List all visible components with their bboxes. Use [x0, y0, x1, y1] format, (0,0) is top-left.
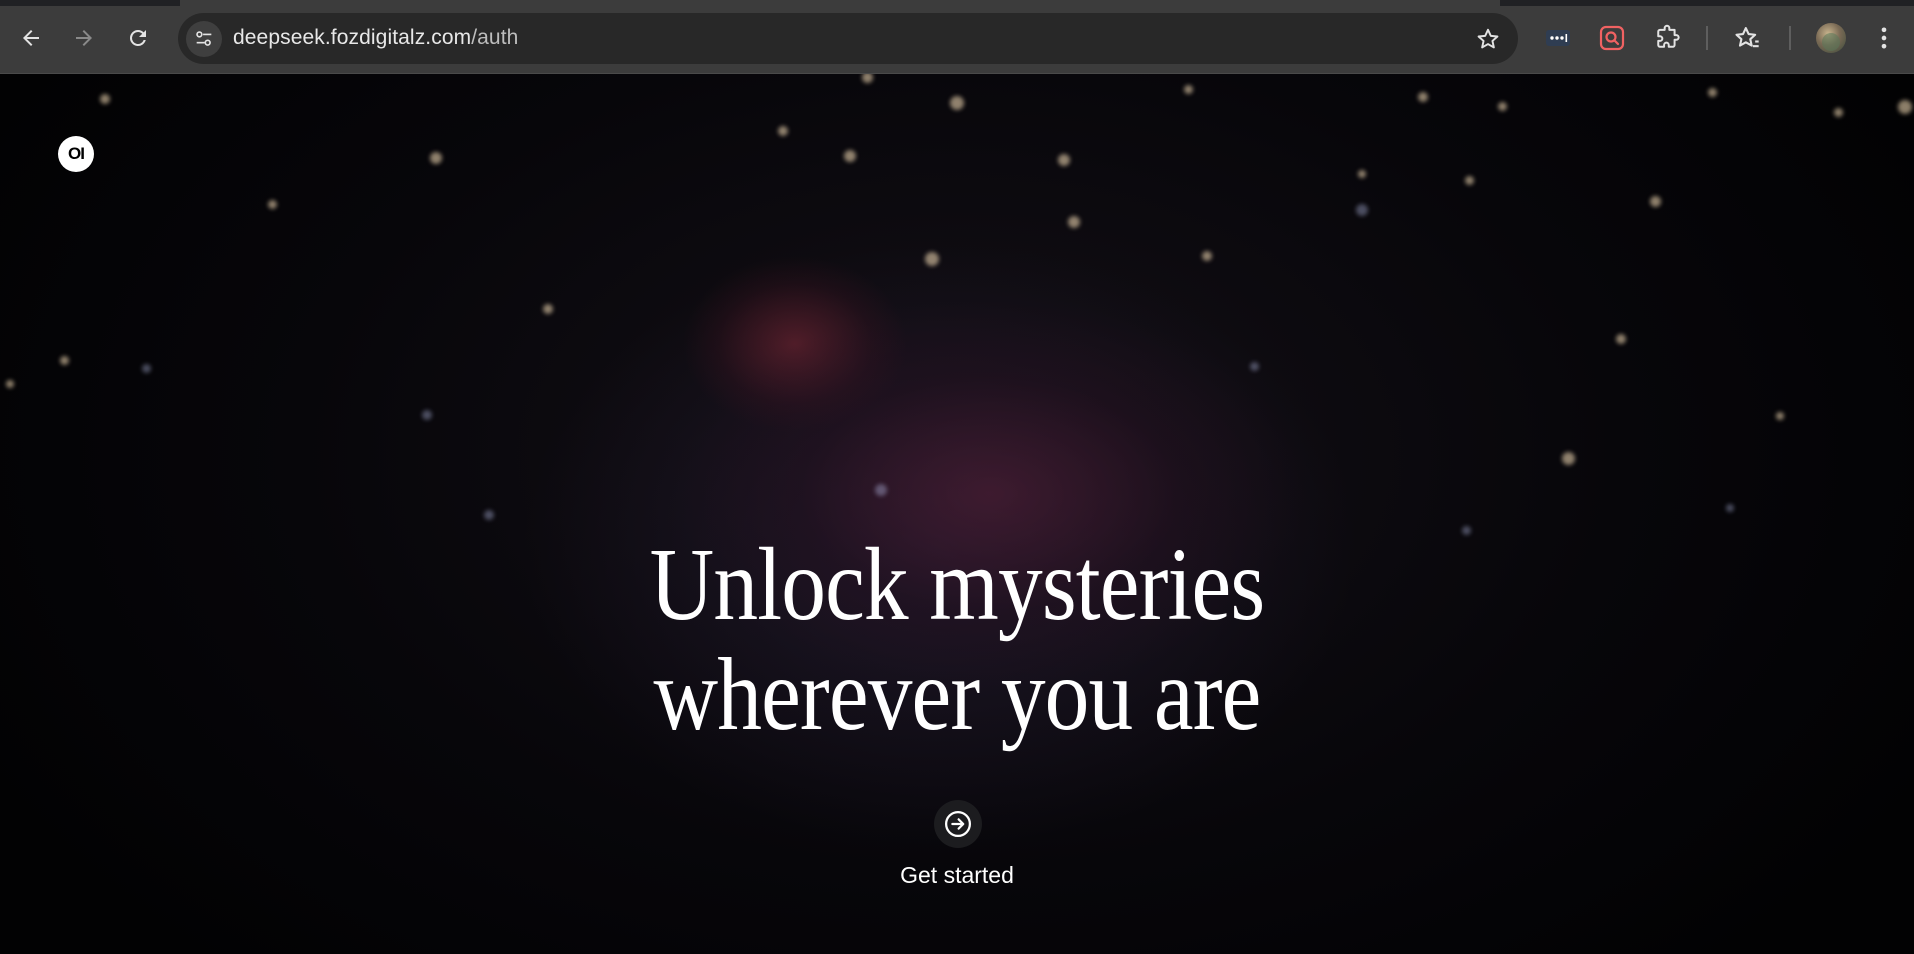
headline-line-2: wherever you are: [653, 637, 1262, 752]
password-manager-extension[interactable]: [1542, 22, 1574, 54]
arrow-right-icon: [76, 30, 92, 46]
headline-line-1: Unlock mysteries: [649, 527, 1266, 642]
logo-text: OI: [68, 144, 85, 163]
auth-page: OI Unlock mysteries wherever you are Get…: [0, 74, 1914, 954]
back-button[interactable]: [13, 20, 49, 56]
tune-icon: [196, 31, 212, 46]
reload-icon: [130, 29, 146, 46]
active-tab-edge: [180, 0, 1500, 6]
star-list-icon: [1735, 27, 1759, 48]
profile-avatar[interactable]: [1816, 23, 1846, 53]
kebab-menu-icon: [1881, 27, 1887, 49]
url-path: /auth: [471, 26, 519, 49]
arrow-right-circle-icon: [945, 811, 971, 837]
tab-strip: [0, 0, 1914, 6]
toolbar-divider: [1789, 26, 1791, 50]
bookmark-star-button[interactable]: [1474, 25, 1502, 53]
browser-toolbar: deepseek.fozdigitalz.com/auth: [0, 0, 1914, 74]
forward-button[interactable]: [66, 20, 102, 56]
app-logo: OI: [58, 136, 94, 172]
password-manager-icon: [1546, 30, 1570, 46]
address-bar[interactable]: deepseek.fozdigitalz.com/auth: [178, 13, 1518, 64]
reload-button[interactable]: [120, 20, 156, 56]
arrow-left-icon: [23, 30, 39, 46]
toolbar-divider: [1706, 26, 1708, 50]
url-text[interactable]: deepseek.fozdigitalz.com/auth: [233, 26, 518, 50]
site-info-button[interactable]: [186, 21, 222, 57]
puzzle-icon: [1657, 24, 1680, 48]
browser-menu-button[interactable]: [1868, 22, 1900, 54]
bookmarks-button[interactable]: [1731, 22, 1763, 54]
get-started-label[interactable]: Get started: [0, 862, 1914, 889]
get-started-button[interactable]: [934, 800, 982, 848]
extensions-button[interactable]: [1651, 22, 1683, 54]
screen-search-extension[interactable]: [1596, 22, 1628, 54]
url-host: deepseek.fozdigitalz.com: [233, 26, 472, 49]
star-outline-icon: [1477, 28, 1499, 49]
hero-headline: Unlock mysteries wherever you are: [134, 530, 1780, 750]
screen-search-icon: [1599, 25, 1625, 51]
